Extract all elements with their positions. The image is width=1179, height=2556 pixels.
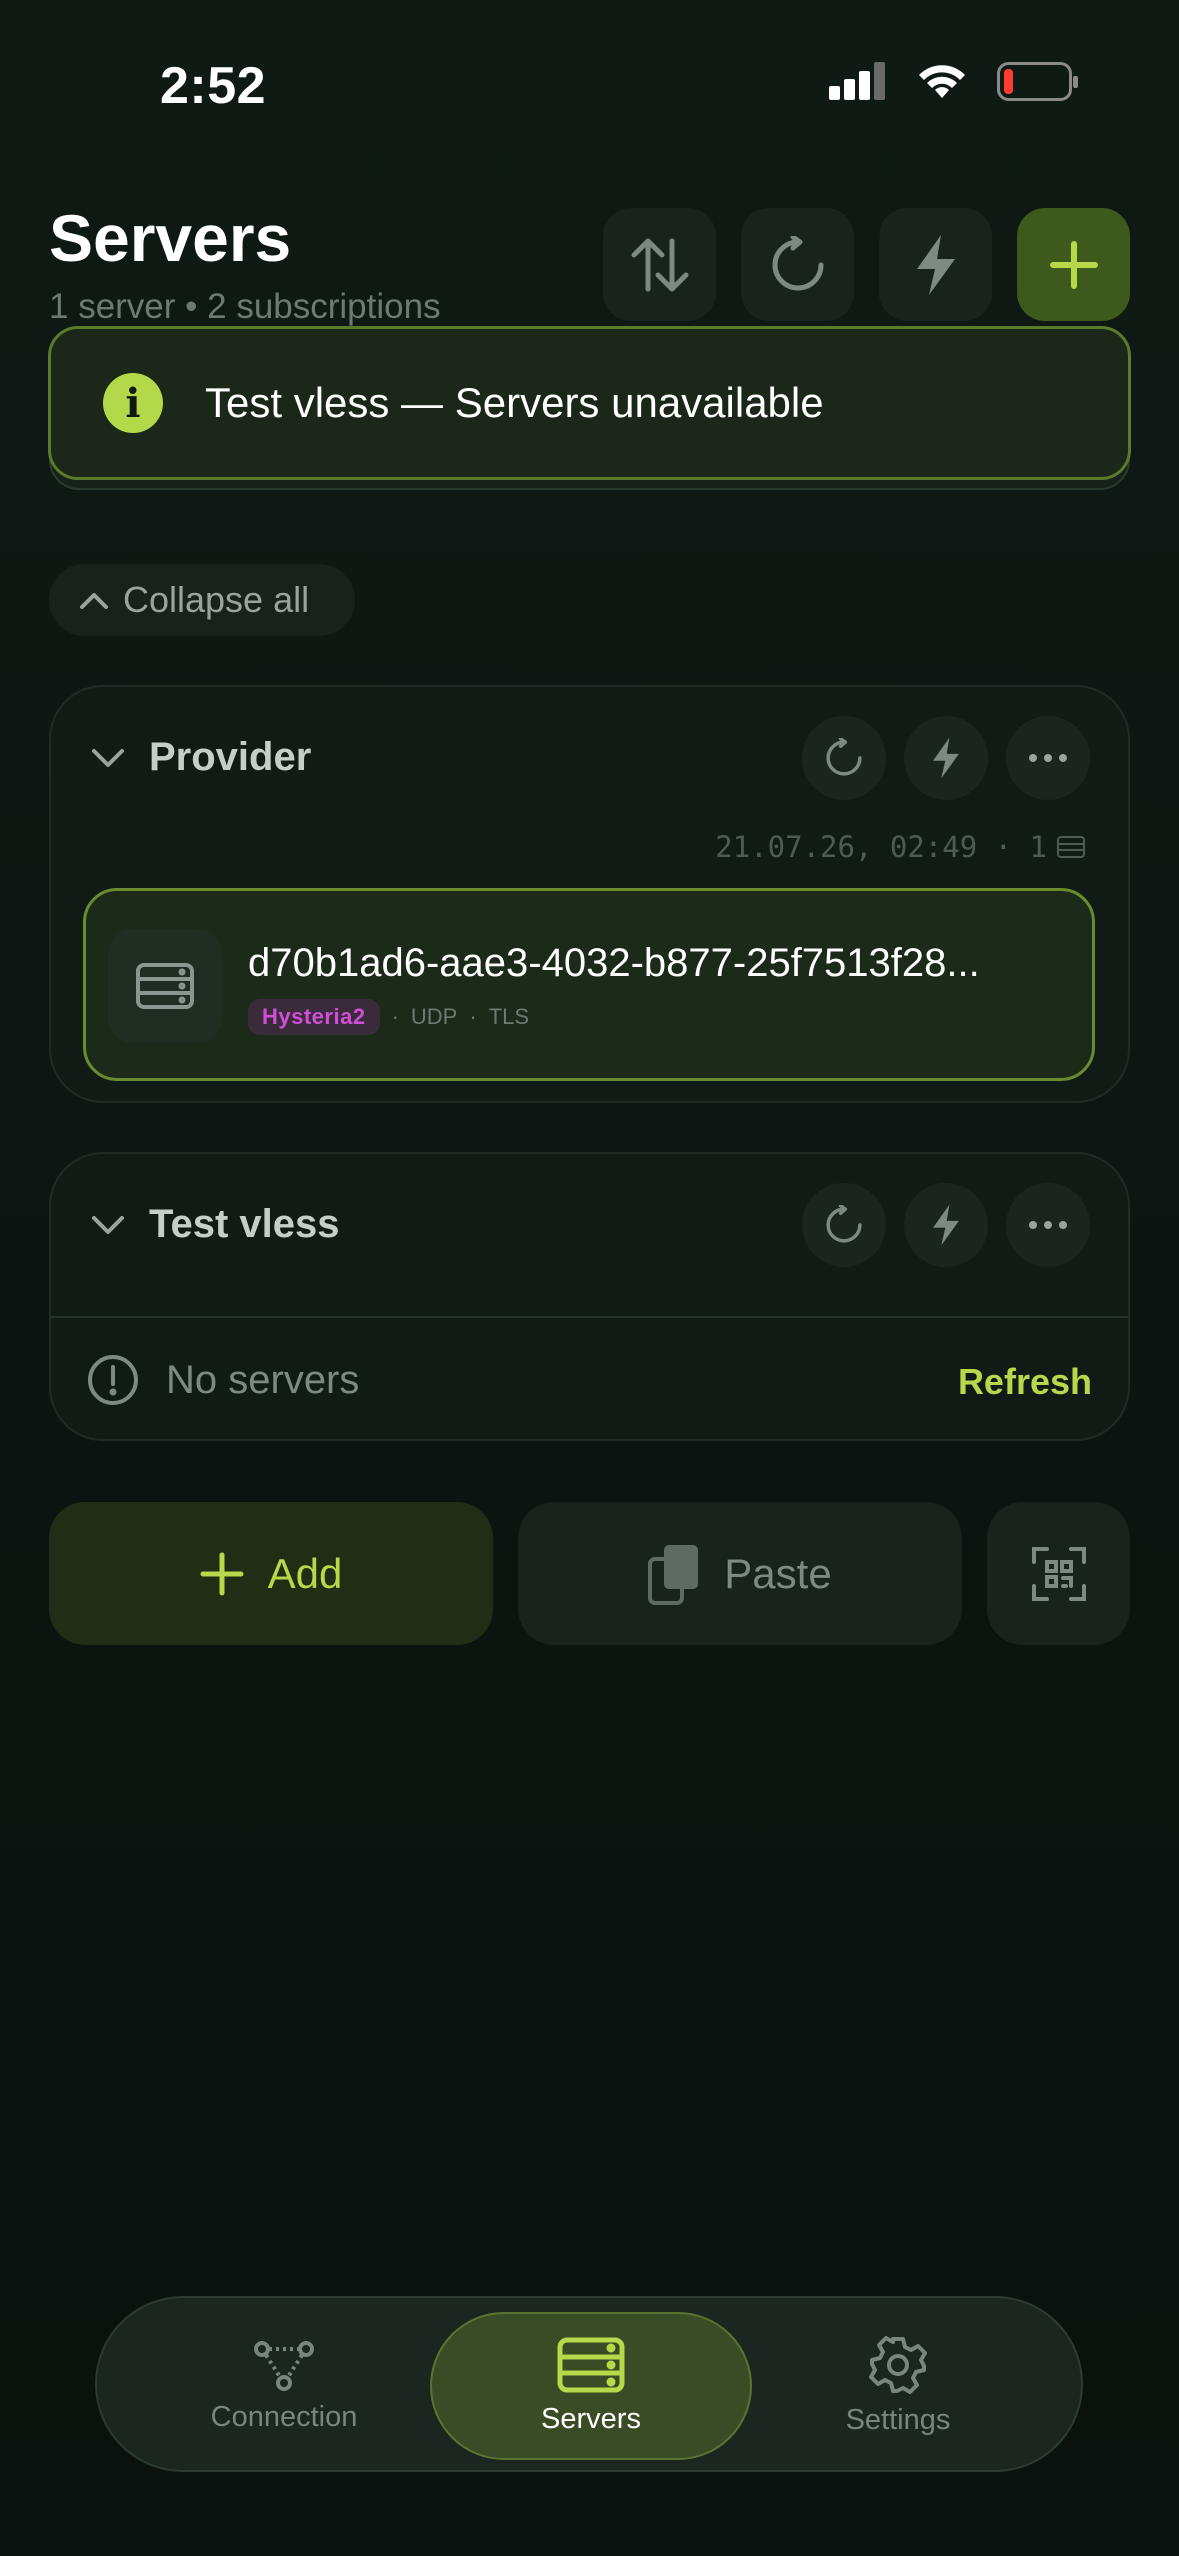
group-toggle[interactable] bbox=[91, 747, 125, 774]
chevron-down-icon bbox=[92, 749, 124, 767]
server-item[interactable]: d70b1ad6-aae3-4032-b877-25f7513f28... Hy… bbox=[83, 888, 1095, 1081]
group-refresh-button[interactable] bbox=[802, 716, 886, 800]
more-dots-icon bbox=[1029, 754, 1067, 762]
server-icon bbox=[136, 963, 194, 1009]
protocol-badge: Hysteria2 bbox=[248, 999, 380, 1035]
group-title: Provider bbox=[149, 735, 312, 779]
qr-scan-button[interactable] bbox=[987, 1502, 1130, 1645]
plus-icon bbox=[200, 1552, 244, 1595]
server-icon-box bbox=[108, 929, 222, 1043]
sort-button[interactable] bbox=[603, 208, 716, 321]
lightning-icon bbox=[933, 1204, 959, 1246]
refresh-link[interactable]: Refresh bbox=[958, 1361, 1092, 1403]
sort-arrows-icon bbox=[631, 238, 688, 291]
clipboard-icon bbox=[648, 1544, 699, 1605]
tab-label: Servers bbox=[541, 2402, 641, 2435]
tab-label: Settings bbox=[845, 2403, 951, 2436]
status-icons bbox=[829, 62, 1079, 102]
add-server-header-button[interactable] bbox=[1017, 208, 1130, 321]
toast-notification[interactable]: i Test vless — Servers unavailable bbox=[48, 326, 1131, 480]
refresh-icon bbox=[826, 738, 862, 776]
battery-icon bbox=[997, 62, 1078, 101]
toast-text: Test vless — Servers unavailable bbox=[205, 379, 824, 426]
tab-bar: Connection Servers Settings bbox=[95, 2296, 1083, 2472]
status-time: 2:52 bbox=[160, 57, 267, 115]
chevron-up-icon bbox=[80, 593, 108, 609]
refresh-icon bbox=[772, 235, 823, 290]
group-meta: 21.07.26, 02:49 · 1 bbox=[715, 830, 1085, 864]
add-button[interactable]: Add bbox=[49, 1502, 493, 1645]
group-ping-button[interactable] bbox=[904, 716, 988, 800]
group-refresh-button[interactable] bbox=[802, 1183, 886, 1267]
paste-label: Paste bbox=[724, 1549, 832, 1597]
group-more-button[interactable] bbox=[1006, 716, 1090, 800]
security-tag: TLS bbox=[488, 1004, 530, 1029]
group-meta-text: 21.07.26, 02:49 · 1 bbox=[715, 830, 1047, 864]
server-tags: Hysteria2 · UDP · TLS bbox=[248, 999, 529, 1035]
server-name: d70b1ad6-aae3-4032-b877-25f7513f28... bbox=[248, 941, 980, 985]
info-icon: i bbox=[103, 373, 163, 433]
collapse-all-label: Collapse all bbox=[123, 579, 310, 620]
connection-icon bbox=[254, 2340, 314, 2391]
cellular-signal-icon bbox=[829, 62, 885, 100]
more-dots-icon bbox=[1029, 1221, 1067, 1229]
ping-all-button[interactable] bbox=[879, 208, 992, 321]
group-toggle[interactable] bbox=[91, 1214, 125, 1241]
wifi-icon bbox=[919, 65, 965, 98]
tab-servers[interactable]: Servers bbox=[430, 2312, 752, 2460]
transport-tag: UDP bbox=[410, 1004, 458, 1029]
subscription-group-test-vless: Test vless No servers Refresh bbox=[49, 1152, 1130, 1441]
page-title: Servers bbox=[49, 201, 292, 275]
group-ping-button[interactable] bbox=[904, 1183, 988, 1267]
tab-settings[interactable]: Settings bbox=[737, 2312, 1059, 2460]
group-divider bbox=[51, 1316, 1128, 1318]
group-title: Test vless bbox=[149, 1202, 340, 1246]
collapse-all-button[interactable]: Collapse all bbox=[49, 564, 355, 636]
servers-icon bbox=[557, 2337, 625, 2392]
paste-button[interactable]: Paste bbox=[518, 1502, 962, 1645]
lightning-icon bbox=[933, 737, 959, 779]
warning-icon bbox=[87, 1354, 139, 1411]
chevron-down-icon bbox=[92, 1216, 124, 1234]
gear-icon bbox=[869, 2335, 927, 2394]
server-stack-icon bbox=[1057, 836, 1085, 858]
group-more-button[interactable] bbox=[1006, 1183, 1090, 1267]
tag-separator: · bbox=[469, 1004, 477, 1029]
lightning-icon bbox=[916, 234, 955, 295]
refresh-all-button[interactable] bbox=[741, 208, 854, 321]
add-label: Add bbox=[267, 1549, 343, 1597]
plus-icon bbox=[1049, 240, 1098, 289]
tag-separator: · bbox=[391, 1004, 399, 1029]
tab-connection[interactable]: Connection bbox=[123, 2312, 445, 2460]
tab-label: Connection bbox=[210, 2400, 358, 2433]
qr-scan-icon bbox=[1031, 1546, 1086, 1601]
no-servers-text: No servers bbox=[166, 1358, 360, 1402]
page-subtitle: 1 server • 2 subscriptions bbox=[49, 287, 441, 326]
refresh-icon bbox=[826, 1205, 862, 1243]
